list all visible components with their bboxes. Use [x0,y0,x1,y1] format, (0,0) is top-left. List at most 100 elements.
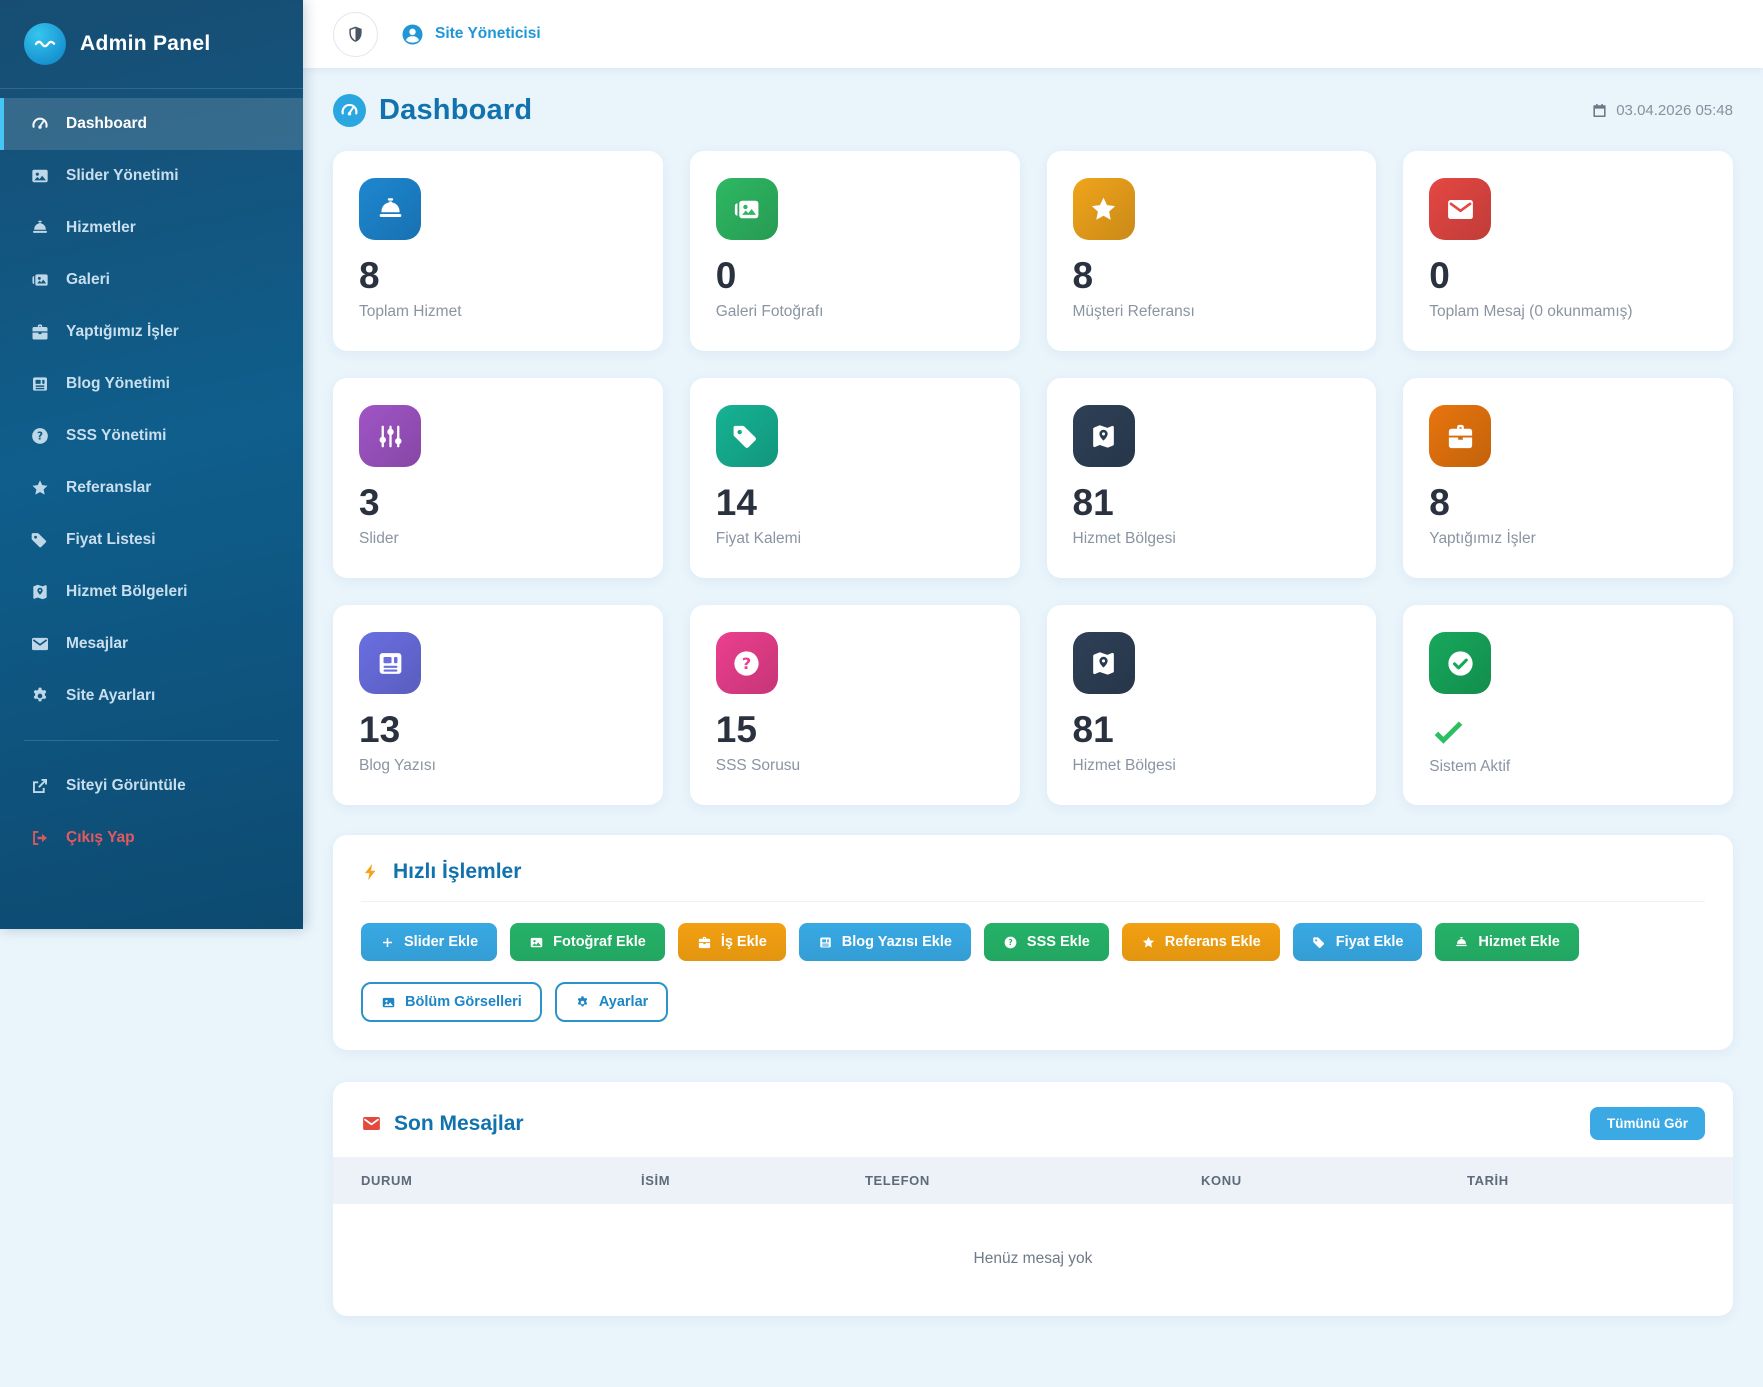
shield-icon [346,25,365,44]
topbar: Site Yöneticisi [303,0,1763,68]
button-label: Referans Ekle [1165,934,1261,950]
messages-table: DURUMİSİMTELEFONKONUTARİH Henüz mesaj yo… [333,1157,1733,1316]
button-label: Bölüm Görselleri [405,994,522,1010]
quick-actions-card: Hızlı İşlemler Slider Ekle Fotoğraf Ekle İ… [333,835,1733,1050]
sidebar-item-yaptigimiz-i-sler[interactable]: Yaptığımız İşler [0,306,303,358]
star-icon [1073,178,1135,240]
question-icon: ? [716,632,778,694]
envelope-icon [30,634,50,654]
sidebar-item-label: Mesajlar [66,635,128,653]
stat-label: Hizmet Bölgesi [1073,757,1351,775]
sidebar-item-site-ayarlari[interactable]: Site Ayarları [0,670,303,722]
stat-card-blog-yazisi: 13Blog Yazısı [333,605,663,805]
messages-header: Son Mesajlar Tümünü Gör [333,1107,1733,1157]
dashboard-icon [333,94,366,127]
stats-grid: 8Toplam Hizmet0Galeri Fotoğrafı8Müşteri … [333,151,1733,805]
sidebar-item-galeri[interactable]: Galeri [0,254,303,306]
fiyat-ekle-button[interactable]: Fiyat Ekle [1293,923,1423,961]
app-title: Admin Panel [80,32,211,56]
sidebar-item-referanslar[interactable]: Referanslar [0,462,303,514]
sidebar-item-label: Siteyi Görüntüle [66,777,186,795]
quick-actions-title: Hızlı İşlemler [393,860,521,884]
slider-ekle-button[interactable]: Slider Ekle [361,923,497,961]
gear-icon [575,995,590,1010]
bell-icon [30,218,50,238]
hizmet-ekle-button[interactable]: Hizmet Ekle [1435,923,1578,961]
briefcase-icon [30,322,50,342]
button-label: Slider Ekle [404,934,478,950]
blog-icon [818,935,833,950]
check-circle-icon [1429,632,1491,694]
sidebar-item-cikis-yap[interactable]: Çıkış Yap [0,812,303,864]
sidebar-item-label: SSS Yönetimi [66,427,167,445]
bolum-gorselleri-button[interactable]: Bölüm Görselleri [361,982,542,1022]
stat-card-sss-sorusu: ?15SSS Sorusu [690,605,1020,805]
svg-text:?: ? [1008,938,1013,947]
stat-value: 8 [1073,257,1351,296]
stat-card-toplam-hizmet: 8Toplam Hizmet [333,151,663,351]
user-icon [400,22,425,47]
referans-ekle-button[interactable]: Referans Ekle [1122,923,1280,961]
i-s-ekle-button[interactable]: İş Ekle [678,923,786,961]
gear-icon [30,686,50,706]
gauge-icon [30,114,50,134]
button-label: Ayarlar [599,994,648,1010]
stat-label: Toplam Mesaj (0 okunmamış) [1429,303,1707,321]
ayarlar-button[interactable]: Ayarlar [555,982,668,1022]
lightning-icon [361,862,381,882]
stat-value: 81 [1073,484,1351,523]
stat-value: 3 [359,484,637,523]
user-chip[interactable]: Site Yöneticisi [400,22,541,47]
brand: Admin Panel [0,0,303,89]
sidebar-item-siteyi-goruntule[interactable]: Siteyi Görüntüle [0,760,303,812]
sidebar-item-label: Fiyat Listesi [66,531,156,549]
sidebar-item-fiyat-listesi[interactable]: Fiyat Listesi [0,514,303,566]
messages-title: Son Mesajlar [394,1112,524,1136]
sidebar-item-mesajlar[interactable]: Mesajlar [0,618,303,670]
stat-value: 14 [716,484,994,523]
recent-messages-card: Son Mesajlar Tümünü Gör DURUMİSİMTELEFON… [333,1082,1733,1316]
stat-card-hizmet-bolgesi: 81 Hizmet Bölgesi [1047,605,1377,805]
main-content: Dashboard 03.04.2026 05:48 8Toplam Hizme… [303,68,1763,1316]
stat-value: 81 [1073,711,1351,750]
view-all-button[interactable]: Tümünü Gör [1590,1107,1705,1140]
admin-shield-button[interactable] [333,12,378,57]
page-header: Dashboard 03.04.2026 05:48 [333,94,1733,127]
page-datetime: 03.04.2026 05:48 [1591,102,1733,119]
stat-label: Sistem Aktif [1429,758,1707,776]
stat-card-toplam-mesaj-0-okunmamis: 0Toplam Mesaj (0 okunmamış) [1403,151,1733,351]
briefcase-icon [697,935,712,950]
sidebar-item-label: Dashboard [66,115,147,133]
sidebar-item-hizmetler[interactable]: Hizmetler [0,202,303,254]
plus-icon [380,935,395,950]
sidebar-item-label: Hizmet Bölgeleri [66,583,187,601]
check-icon [1429,711,1707,751]
tag-icon [30,530,50,550]
fotograf-ekle-button[interactable]: Fotoğraf Ekle [510,923,665,961]
map-icon [30,582,50,602]
sidebar-item-blog-yonetimi[interactable]: Blog Yönetimi [0,358,303,410]
stat-label: Yaptığımız İşler [1429,530,1707,548]
sidebar-item-label: Galeri [66,271,110,289]
blog-yazisi-ekle-button[interactable]: Blog Yazısı Ekle [799,923,971,961]
blog-icon [359,632,421,694]
sidebar-item-hizmet-bolgeleri[interactable]: Hizmet Bölgeleri [0,566,303,618]
stat-label: Fiyat Kalemi [716,530,994,548]
app-logo-icon [24,23,66,65]
sidebar-footer-menu: Siteyi Görüntüle Çıkış Yap [0,751,303,866]
sidebar-item-dashboard[interactable]: Dashboard [0,98,303,150]
sidebar-item-label: Çıkış Yap [66,829,135,847]
envelope-icon [1429,178,1491,240]
column-header-konu: KONU [1201,1157,1467,1204]
sss-ekle-button[interactable]: ?SSS Ekle [984,923,1109,961]
tag-icon [716,405,778,467]
quick-actions-header: Hızlı İşlemler [361,860,1705,902]
tag-icon [1312,935,1327,950]
svg-text:?: ? [742,654,751,673]
sidebar: Admin Panel DashboardSlider YönetimiHizm… [0,0,303,929]
bell-icon [1454,935,1469,950]
external-link-icon [30,776,50,796]
sidebar-item-slider-yonetimi[interactable]: Slider Yönetimi [0,150,303,202]
sign-out-icon [30,828,50,848]
sidebar-item-sss-yonetimi[interactable]: ?SSS Yönetimi [0,410,303,462]
